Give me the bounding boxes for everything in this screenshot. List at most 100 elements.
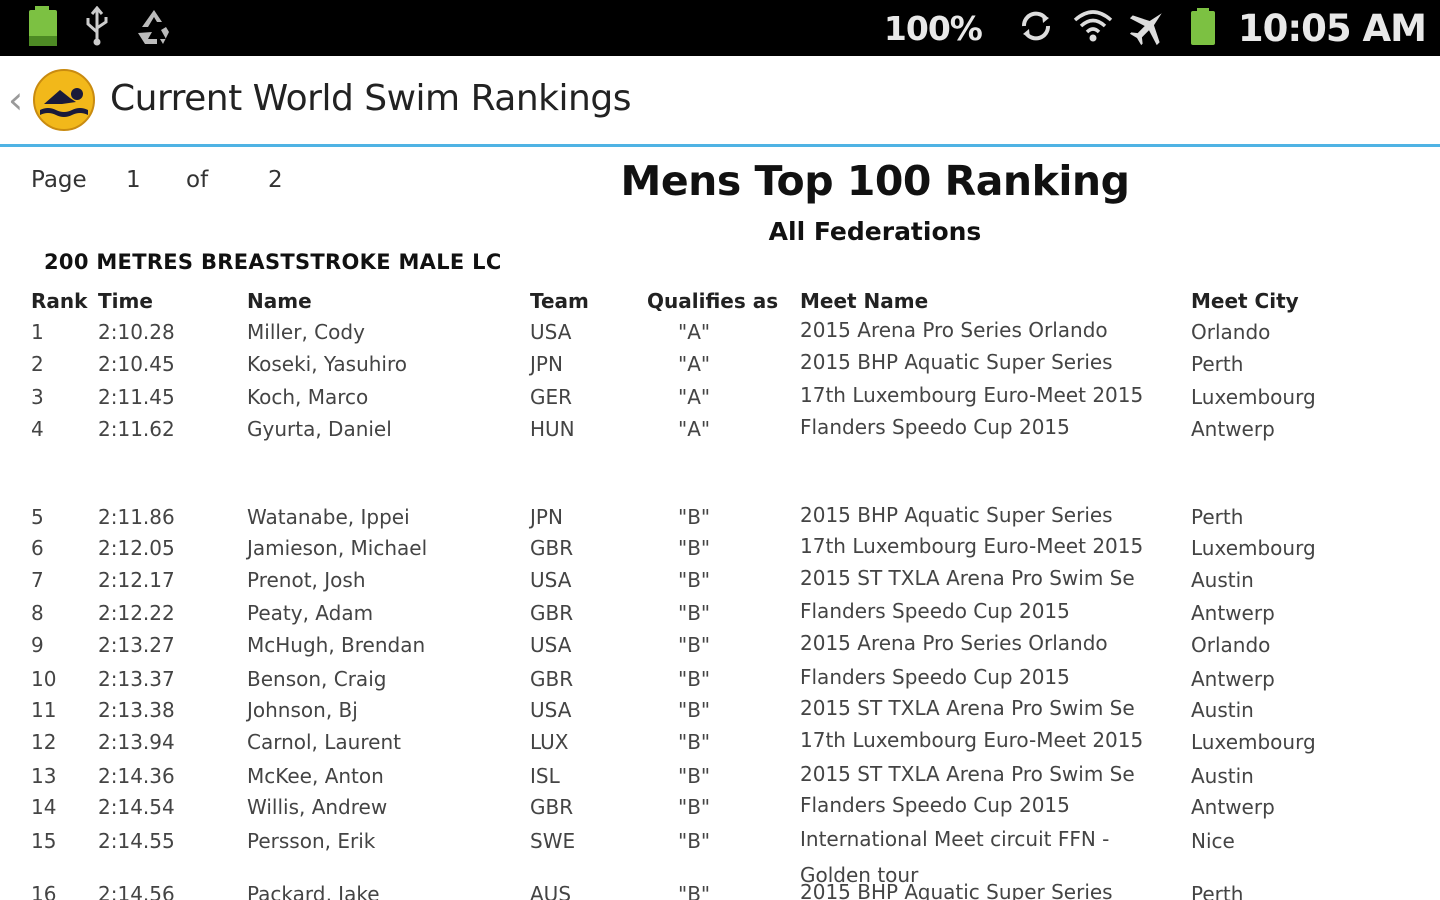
time-cell: 2:11.45 [98, 385, 175, 409]
team-cell: USA [530, 320, 572, 344]
meet-name-cell: Flanders Speedo Cup 2015 [800, 599, 1070, 623]
name-cell: Prenot, Josh [247, 568, 366, 592]
swimmer-logo-icon[interactable] [32, 68, 96, 132]
team-cell: GBR [530, 667, 574, 691]
team-cell: LUX [530, 730, 569, 754]
meet-name-cell: Flanders Speedo Cup 2015 [800, 415, 1070, 439]
back-chevron-icon[interactable]: ‹ [8, 80, 23, 120]
status-bar: 100% 10:05 AM [0, 0, 1440, 56]
time-cell: 2:12.17 [98, 568, 175, 592]
name-cell: Packard, Jake [247, 882, 380, 900]
team-cell: USA [530, 698, 572, 722]
qualifies-cell: "A" [678, 417, 711, 441]
qualifies-cell: "B" [678, 568, 711, 592]
rank-cell: 16 [31, 882, 57, 900]
team-cell: GBR [530, 536, 574, 560]
time-cell: 2:10.45 [98, 352, 175, 376]
meet-city-cell: Austin [1191, 764, 1254, 788]
qualifies-cell: "B" [678, 505, 711, 529]
rank-cell: 12 [31, 730, 57, 754]
rank-cell: 4 [31, 417, 44, 441]
ranking-document: Page 1 of 2 Mens Top 100 Ranking All Fed… [0, 147, 1440, 900]
qualifies-cell: "B" [678, 698, 711, 722]
column-header-qualifies: Qualifies as [647, 289, 779, 313]
team-cell: GER [530, 385, 573, 409]
time-cell: 2:11.62 [98, 417, 175, 441]
qualifies-cell: "B" [678, 795, 711, 819]
qualifies-cell: "B" [678, 882, 711, 900]
column-header-time: Time [98, 289, 153, 313]
name-cell: Miller, Cody [247, 320, 365, 344]
time-cell: 2:14.54 [98, 795, 175, 819]
team-cell: USA [530, 633, 572, 657]
qualifies-cell: "B" [678, 829, 711, 853]
battery-percentage: 100% [883, 8, 983, 48]
rank-cell: 1 [31, 320, 44, 344]
meet-name-cell: 2015 BHP Aquatic Super Series [800, 880, 1113, 900]
time-cell: 2:13.27 [98, 633, 175, 657]
name-cell: Peaty, Adam [247, 601, 374, 625]
time-cell: 2:14.55 [98, 829, 175, 853]
column-header-meet-name: Meet Name [800, 289, 929, 313]
name-cell: McKee, Anton [247, 764, 384, 788]
time-cell: 2:14.56 [98, 882, 175, 900]
meet-city-cell: Orlando [1191, 633, 1271, 657]
time-cell: 2:14.36 [98, 764, 175, 788]
rank-cell: 5 [31, 505, 44, 529]
rank-cell: 7 [31, 568, 44, 592]
event-heading: 200 METRES BREASTSTROKE MALE LC [44, 250, 502, 274]
battery-notification-icon [26, 6, 60, 50]
rank-cell: 14 [31, 795, 57, 819]
time-cell: 2:12.05 [98, 536, 175, 560]
meet-name-cell: 17th Luxembourg Euro-Meet 2015 [800, 383, 1144, 407]
meet-city-cell: Luxembourg [1191, 385, 1316, 409]
name-cell: McHugh, Brendan [247, 633, 426, 657]
name-cell: Willis, Andrew [247, 795, 388, 819]
notification-icons [26, 5, 174, 50]
qualifies-cell: "B" [678, 667, 711, 691]
qualifies-cell: "A" [678, 385, 711, 409]
rank-cell: 13 [31, 764, 57, 788]
qualifies-cell: "A" [678, 320, 711, 344]
rank-cell: 10 [31, 667, 57, 691]
team-cell: JPN [530, 505, 563, 529]
system-status-icons: 100% 10:05 AM [883, 4, 1427, 52]
meet-city-cell: Perth [1191, 505, 1244, 529]
team-cell: ISL [530, 764, 560, 788]
rank-cell: 8 [31, 601, 44, 625]
qualifies-cell: "B" [678, 536, 711, 560]
rank-cell: 11 [31, 698, 57, 722]
rank-cell: 3 [31, 385, 44, 409]
rank-cell: 15 [31, 829, 57, 853]
time-cell: 2:13.94 [98, 730, 175, 754]
meet-city-cell: Antwerp [1191, 417, 1275, 441]
column-header-name: Name [247, 289, 312, 313]
team-cell: JPN [530, 352, 563, 376]
meet-city-cell: Antwerp [1191, 601, 1275, 625]
meet-name-cell: 17th Luxembourg Euro-Meet 2015 [800, 728, 1144, 752]
team-cell: AUS [530, 882, 572, 900]
qualifies-cell: "B" [678, 764, 711, 788]
team-cell: SWE [530, 829, 576, 853]
time-cell: 2:10.28 [98, 320, 175, 344]
document-title: Mens Top 100 Ranking [620, 157, 1130, 205]
qualifies-cell: "B" [678, 601, 711, 625]
meet-name-cell: 2015 ST TXLA Arena Pro Swim Se [800, 566, 1135, 590]
meet-city-cell: Luxembourg [1191, 730, 1316, 754]
time-cell: 2:12.22 [98, 601, 175, 625]
meet-city-cell: Nice [1191, 829, 1235, 853]
battery-icon [1188, 6, 1218, 50]
rank-cell: 2 [31, 352, 44, 376]
meet-city-cell: Antwerp [1191, 795, 1275, 819]
action-bar: ‹ Current World Swim Rankings [0, 56, 1440, 147]
sync-icon [1016, 6, 1056, 50]
rank-cell: 9 [31, 633, 44, 657]
meet-name-cell: 17th Luxembourg Euro-Meet 2015 [800, 534, 1144, 558]
recycle-icon [134, 6, 174, 50]
name-cell: Benson, Craig [247, 667, 387, 691]
qualifies-cell: "A" [678, 352, 711, 376]
time-cell: 2:13.38 [98, 698, 175, 722]
meet-city-cell: Perth [1191, 352, 1244, 376]
clock: 10:05 AM [1237, 6, 1427, 50]
name-cell: Gyurta, Daniel [247, 417, 392, 441]
